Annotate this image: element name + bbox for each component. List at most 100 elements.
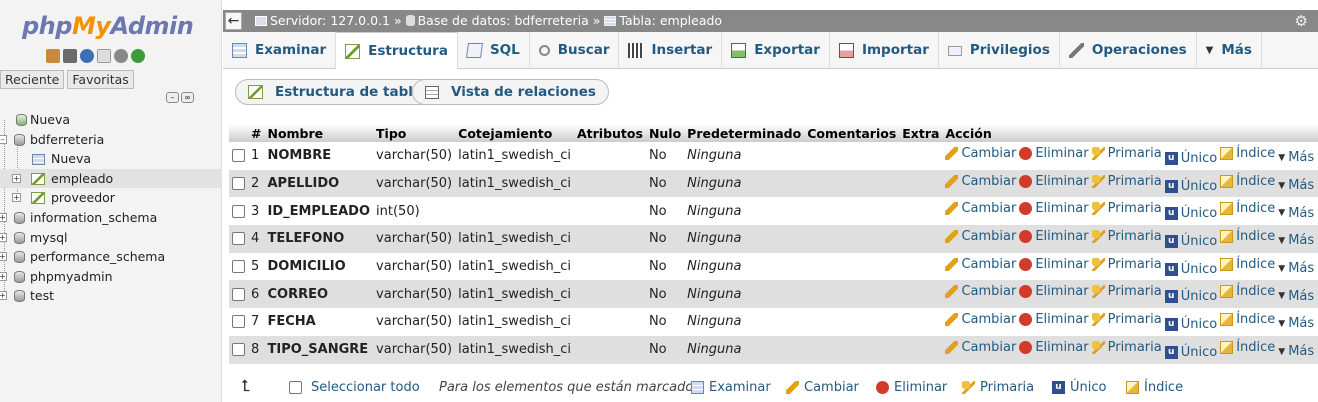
change-action[interactable]: Cambiar [945, 257, 1016, 272]
exit-icon[interactable] [63, 49, 77, 63]
index-action[interactable]: Índice [1220, 257, 1275, 272]
unique-action[interactable]: u Único [1164, 234, 1217, 249]
expand-icon[interactable]: + [12, 193, 21, 203]
select-all[interactable]: Seleccionar todo [289, 380, 420, 395]
more-action[interactable]: ▼ Más [1278, 261, 1314, 276]
bulk-drop-button[interactable]: Eliminar [876, 380, 947, 395]
drop-action[interactable]: Eliminar [1019, 257, 1089, 272]
primary-action[interactable]: Primaria [1091, 312, 1162, 327]
index-action[interactable]: Índice [1220, 201, 1275, 216]
tab-structure[interactable]: Estructura [336, 32, 458, 69]
change-action[interactable]: Cambiar [945, 146, 1016, 161]
unique-action[interactable]: u Único [1164, 345, 1217, 360]
drop-action[interactable]: Eliminar [1019, 174, 1089, 189]
row-checkbox[interactable] [232, 260, 245, 274]
breadcrumb-table[interactable]: Tabla: empleado [619, 13, 722, 28]
row-checkbox[interactable] [232, 343, 245, 357]
unique-action[interactable]: u Único [1164, 151, 1217, 166]
more-action[interactable]: ▼ Más [1278, 150, 1314, 165]
change-action[interactable]: Cambiar [945, 312, 1016, 327]
tab-export[interactable]: Exportar [722, 32, 830, 69]
unique-action[interactable]: u Único [1164, 206, 1217, 221]
unique-action[interactable]: u Único [1164, 289, 1217, 304]
primary-action[interactable]: Primaria [1091, 229, 1162, 244]
select-all-checkbox[interactable] [289, 381, 302, 394]
change-action[interactable]: Cambiar [945, 284, 1016, 299]
collapse-icon[interactable]: – [0, 134, 7, 144]
drop-action[interactable]: Eliminar [1019, 146, 1089, 161]
row-checkbox[interactable] [232, 204, 245, 218]
index-action[interactable]: Índice [1220, 340, 1275, 355]
drop-action[interactable]: Eliminar [1019, 340, 1089, 355]
index-action[interactable]: Índice [1220, 174, 1275, 189]
breadcrumb-database[interactable]: Base de datos: bdferreteria [418, 13, 589, 28]
tree-item-new[interactable]: Nueva [0, 110, 222, 130]
more-action[interactable]: ▼ Más [1278, 178, 1314, 193]
expand-icon[interactable]: + [0, 291, 7, 301]
expand-icon[interactable]: + [0, 212, 7, 222]
back-arrow-icon[interactable]: ← [225, 12, 242, 30]
tree-item-phpmyadmin[interactable]: + phpmyadmin [0, 267, 222, 287]
primary-action[interactable]: Primaria [1091, 146, 1162, 161]
collapse-all-icon[interactable]: – [166, 92, 179, 103]
tab-insert[interactable]: Insertar [619, 32, 723, 69]
cell-name[interactable]: TELEFONO [264, 225, 374, 253]
expand-icon[interactable]: + [0, 271, 7, 281]
tab-browse[interactable]: Examinar [223, 32, 337, 69]
tab-more[interactable]: ▼ Más [1197, 32, 1262, 69]
expand-icon[interactable]: + [0, 252, 7, 262]
change-action[interactable]: Cambiar [945, 340, 1016, 355]
tree-item-empleado[interactable]: + empleado [0, 168, 222, 189]
change-action[interactable]: Cambiar [945, 201, 1016, 216]
primary-action[interactable]: Primaria [1091, 284, 1162, 299]
index-action[interactable]: Índice [1220, 146, 1275, 161]
settings-icon[interactable] [114, 49, 128, 63]
tree-item-mysql[interactable]: + mysql [0, 228, 222, 248]
docs-icon[interactable] [97, 49, 111, 63]
more-action[interactable]: ▼ Más [1278, 206, 1314, 221]
bulk-primary-button[interactable]: Primaria [962, 380, 1034, 395]
phpmyadmin-logo[interactable]: phpMyAdmin [22, 12, 194, 40]
link-icon[interactable]: ∞ [181, 92, 194, 103]
drop-action[interactable]: Eliminar [1019, 284, 1089, 299]
breadcrumb-server[interactable]: Servidor: 127.0.0.1 [270, 13, 390, 28]
bulk-unique-button[interactable]: u Único [1052, 380, 1106, 395]
row-checkbox[interactable] [232, 287, 245, 301]
primary-action[interactable]: Primaria [1091, 201, 1162, 216]
cell-name[interactable]: TIPO_SANGRE [264, 335, 374, 364]
table-structure-button[interactable]: Estructura de tabla [235, 79, 435, 105]
tab-import[interactable]: Importar [830, 32, 939, 69]
row-checkbox[interactable] [232, 232, 245, 246]
favorites-tab[interactable]: Favoritas [67, 70, 134, 89]
change-action[interactable]: Cambiar [945, 229, 1016, 244]
relation-view-button[interactable]: Vista de relaciones [412, 79, 609, 105]
cell-name[interactable]: ID_EMPLEADO [264, 197, 374, 226]
tree-item-new-table[interactable]: Nueva [0, 149, 222, 169]
tree-item-performance-schema[interactable]: + performance_schema [0, 247, 222, 267]
index-action[interactable]: Índice [1220, 229, 1275, 244]
drop-action[interactable]: Eliminar [1019, 201, 1089, 216]
cell-name[interactable]: DOMICILIO [264, 252, 374, 281]
cell-name[interactable]: FECHA [264, 308, 374, 336]
tree-item-proveedor[interactable]: + proveedor [0, 188, 222, 208]
more-action[interactable]: ▼ Más [1278, 316, 1314, 331]
index-action[interactable]: Índice [1220, 284, 1275, 299]
bulk-index-button[interactable]: Índice [1126, 380, 1183, 395]
unique-action[interactable]: u Único [1164, 262, 1217, 277]
tree-item-information-schema[interactable]: + information_schema [0, 208, 222, 228]
unique-action[interactable]: u Único [1164, 317, 1217, 332]
expand-icon[interactable]: + [0, 232, 7, 242]
settings-gear-icon[interactable]: ⚙ [1295, 10, 1308, 32]
tab-search[interactable]: Buscar [530, 32, 620, 69]
home-icon[interactable] [46, 49, 60, 63]
help-icon[interactable] [80, 49, 94, 63]
index-action[interactable]: Índice [1220, 312, 1275, 327]
more-action[interactable]: ▼ Más [1278, 289, 1314, 304]
cell-name[interactable]: NOMBRE [264, 142, 374, 170]
tab-operations[interactable]: Operaciones [1060, 32, 1197, 69]
unique-action[interactable]: u Único [1164, 179, 1217, 194]
tree-item-bdferreteria[interactable]: – bdferreteria [0, 130, 222, 150]
tree-item-test[interactable]: + test [0, 286, 222, 306]
row-checkbox[interactable] [232, 177, 245, 191]
drop-action[interactable]: Eliminar [1019, 312, 1089, 327]
